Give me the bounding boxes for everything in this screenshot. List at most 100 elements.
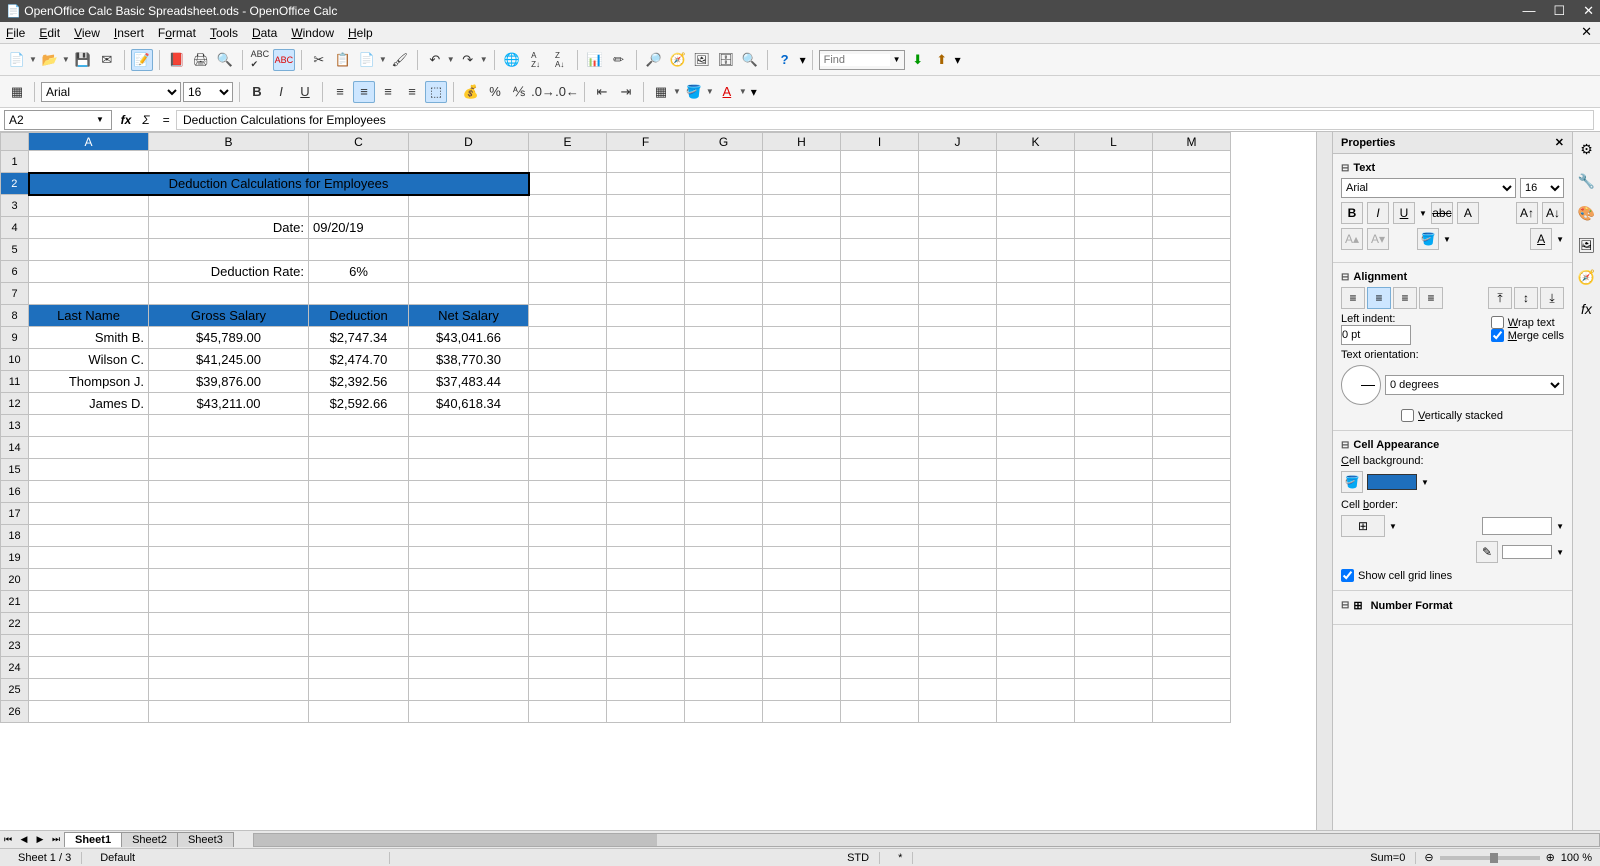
row-20[interactable]: 20 [1,569,29,591]
r1-ded[interactable]: $2,747.34 [309,327,409,349]
italic-icon[interactable]: I [270,81,292,103]
r2-gross[interactable]: $41,245.00 [149,349,309,371]
row-17[interactable]: 17 [1,503,29,525]
formula-input[interactable] [176,110,1594,130]
row-26[interactable]: 26 [1,701,29,723]
find-input[interactable] [820,54,890,66]
prop-align-right-icon[interactable]: ≡ [1393,287,1417,309]
font-name-select[interactable]: Arial [41,82,181,102]
menu-edit[interactable]: Edit [39,26,60,40]
zoom-out-icon[interactable]: ⊖ [1424,851,1433,864]
zoom-icon[interactable]: 🔍 [739,49,761,71]
r4-ded[interactable]: $2,592.66 [309,393,409,415]
sort-asc-icon[interactable]: AZ↓ [525,49,547,71]
navigator-icon[interactable]: 🧭 [667,49,689,71]
r1-net[interactable]: $43,041.66 [409,327,529,349]
status-sum[interactable]: Sum=0 [1360,852,1416,864]
sidebar-navigator-icon[interactable]: 🧭 [1576,266,1598,288]
find-next-icon[interactable]: ⬇ [907,49,929,71]
tab-sheet1[interactable]: Sheet1 [64,832,122,847]
r3-net[interactable]: $37,483.44 [409,371,529,393]
hdr-deduction[interactable]: Deduction [309,305,409,327]
copy-icon[interactable]: 📋 [332,49,354,71]
sidebar-properties-icon[interactable]: 🔧 [1576,170,1598,192]
find-dropdown[interactable]: ▼ [890,55,904,64]
row-23[interactable]: 23 [1,635,29,657]
tab-last-icon[interactable]: ⏭ [48,834,64,845]
align-center-icon[interactable]: ≡ [353,81,375,103]
increase-indent-icon[interactable]: ⇥ [615,81,637,103]
text-section-title[interactable]: Text [1341,162,1564,174]
menu-insert[interactable]: Insert [114,26,144,40]
zoom-in-icon[interactable]: ⊕ [1546,851,1555,864]
new-icon[interactable]: 📄 [6,49,28,71]
bgcolor-icon[interactable]: 🪣 [683,81,705,103]
row-13[interactable]: 13 [1,415,29,437]
menu-view[interactable]: View [74,26,100,40]
row-14[interactable]: 14 [1,437,29,459]
prop-align-justify-icon[interactable]: ≡ [1419,287,1443,309]
borders-icon[interactable]: ▦ [650,81,672,103]
border-color-swatch[interactable] [1502,545,1552,559]
minimize-button[interactable]: — [1522,3,1535,19]
col-B[interactable]: B [149,133,309,151]
hdr-net[interactable]: Net Salary [409,305,529,327]
r1-gross[interactable]: $45,789.00 [149,327,309,349]
col-K[interactable]: K [997,133,1075,151]
alignment-section-title[interactable]: Alignment [1341,271,1564,283]
merge-cells-checkbox[interactable]: Merge cells [1491,329,1564,342]
prop-highlight-icon[interactable]: 🪣 [1417,228,1439,250]
row-15[interactable]: 15 [1,459,29,481]
bg-swatch[interactable] [1367,474,1417,490]
edit-file-icon[interactable]: 📝 [131,49,153,71]
menu-close-x[interactable]: ✕ [1581,24,1592,40]
sidebar-styles-icon[interactable]: 🎨 [1576,202,1598,224]
prop-super-icon[interactable]: A↑ [1516,202,1538,224]
grid-wrap[interactable]: A B C D E F G H I J K L M 1 2 Deduction … [0,132,1316,830]
sum-icon[interactable]: Σ [136,110,156,130]
menu-file[interactable]: File [6,26,25,40]
orientation-select[interactable]: 0 degrees [1385,375,1564,395]
prop-increase-font-icon[interactable]: A▴ [1341,228,1363,250]
tab-next-icon[interactable]: ▶ [32,834,48,845]
name-box-dropdown[interactable]: ▼ [93,115,107,124]
prop-bold-icon[interactable]: B [1341,202,1363,224]
export-pdf-icon[interactable]: 📕 [166,49,188,71]
prop-valign-bot-icon[interactable]: ⤓ [1540,287,1564,309]
currency-icon[interactable]: 💰 [460,81,482,103]
col-I[interactable]: I [841,133,919,151]
rate-value[interactable]: 6% [309,261,409,283]
prop-sub-icon[interactable]: A↓ [1542,202,1564,224]
row-18[interactable]: 18 [1,525,29,547]
font-size-select[interactable]: 16 [183,82,233,102]
menu-window[interactable]: Window [291,26,334,40]
select-all-corner[interactable] [1,133,29,151]
r4-net[interactable]: $40,618.34 [409,393,529,415]
help-icon[interactable]: ? [774,49,796,71]
fontcolor-icon[interactable]: A [716,81,738,103]
col-G[interactable]: G [685,133,763,151]
percent-icon[interactable]: % [484,81,506,103]
cut-icon[interactable]: ✂ [308,49,330,71]
col-A[interactable]: A [29,133,149,151]
number-std-icon[interactable]: ⅍ [508,81,530,103]
border-preset[interactable]: ⊞ [1341,515,1385,537]
row-2[interactable]: 2 [1,173,29,195]
tab-sheet2[interactable]: Sheet2 [121,832,178,847]
col-M[interactable]: M [1153,133,1231,151]
status-mode[interactable]: STD [837,852,880,864]
col-D[interactable]: D [409,133,529,151]
title-cell[interactable]: Deduction Calculations for Employees [29,173,529,195]
r3-gross[interactable]: $39,876.00 [149,371,309,393]
row-6[interactable]: 6 [1,261,29,283]
prop-font-select[interactable]: Arial [1341,178,1516,198]
menu-data[interactable]: Data [252,26,277,40]
prop-decrease-font-icon[interactable]: A▾ [1367,228,1389,250]
row-8[interactable]: 8 [1,305,29,327]
r4-gross[interactable]: $43,211.00 [149,393,309,415]
vertical-scrollbar[interactable] [1316,132,1332,830]
zoom-slider[interactable] [1440,856,1540,860]
row-22[interactable]: 22 [1,613,29,635]
tab-sheet3[interactable]: Sheet3 [177,832,234,847]
prop-italic-icon[interactable]: I [1367,202,1389,224]
